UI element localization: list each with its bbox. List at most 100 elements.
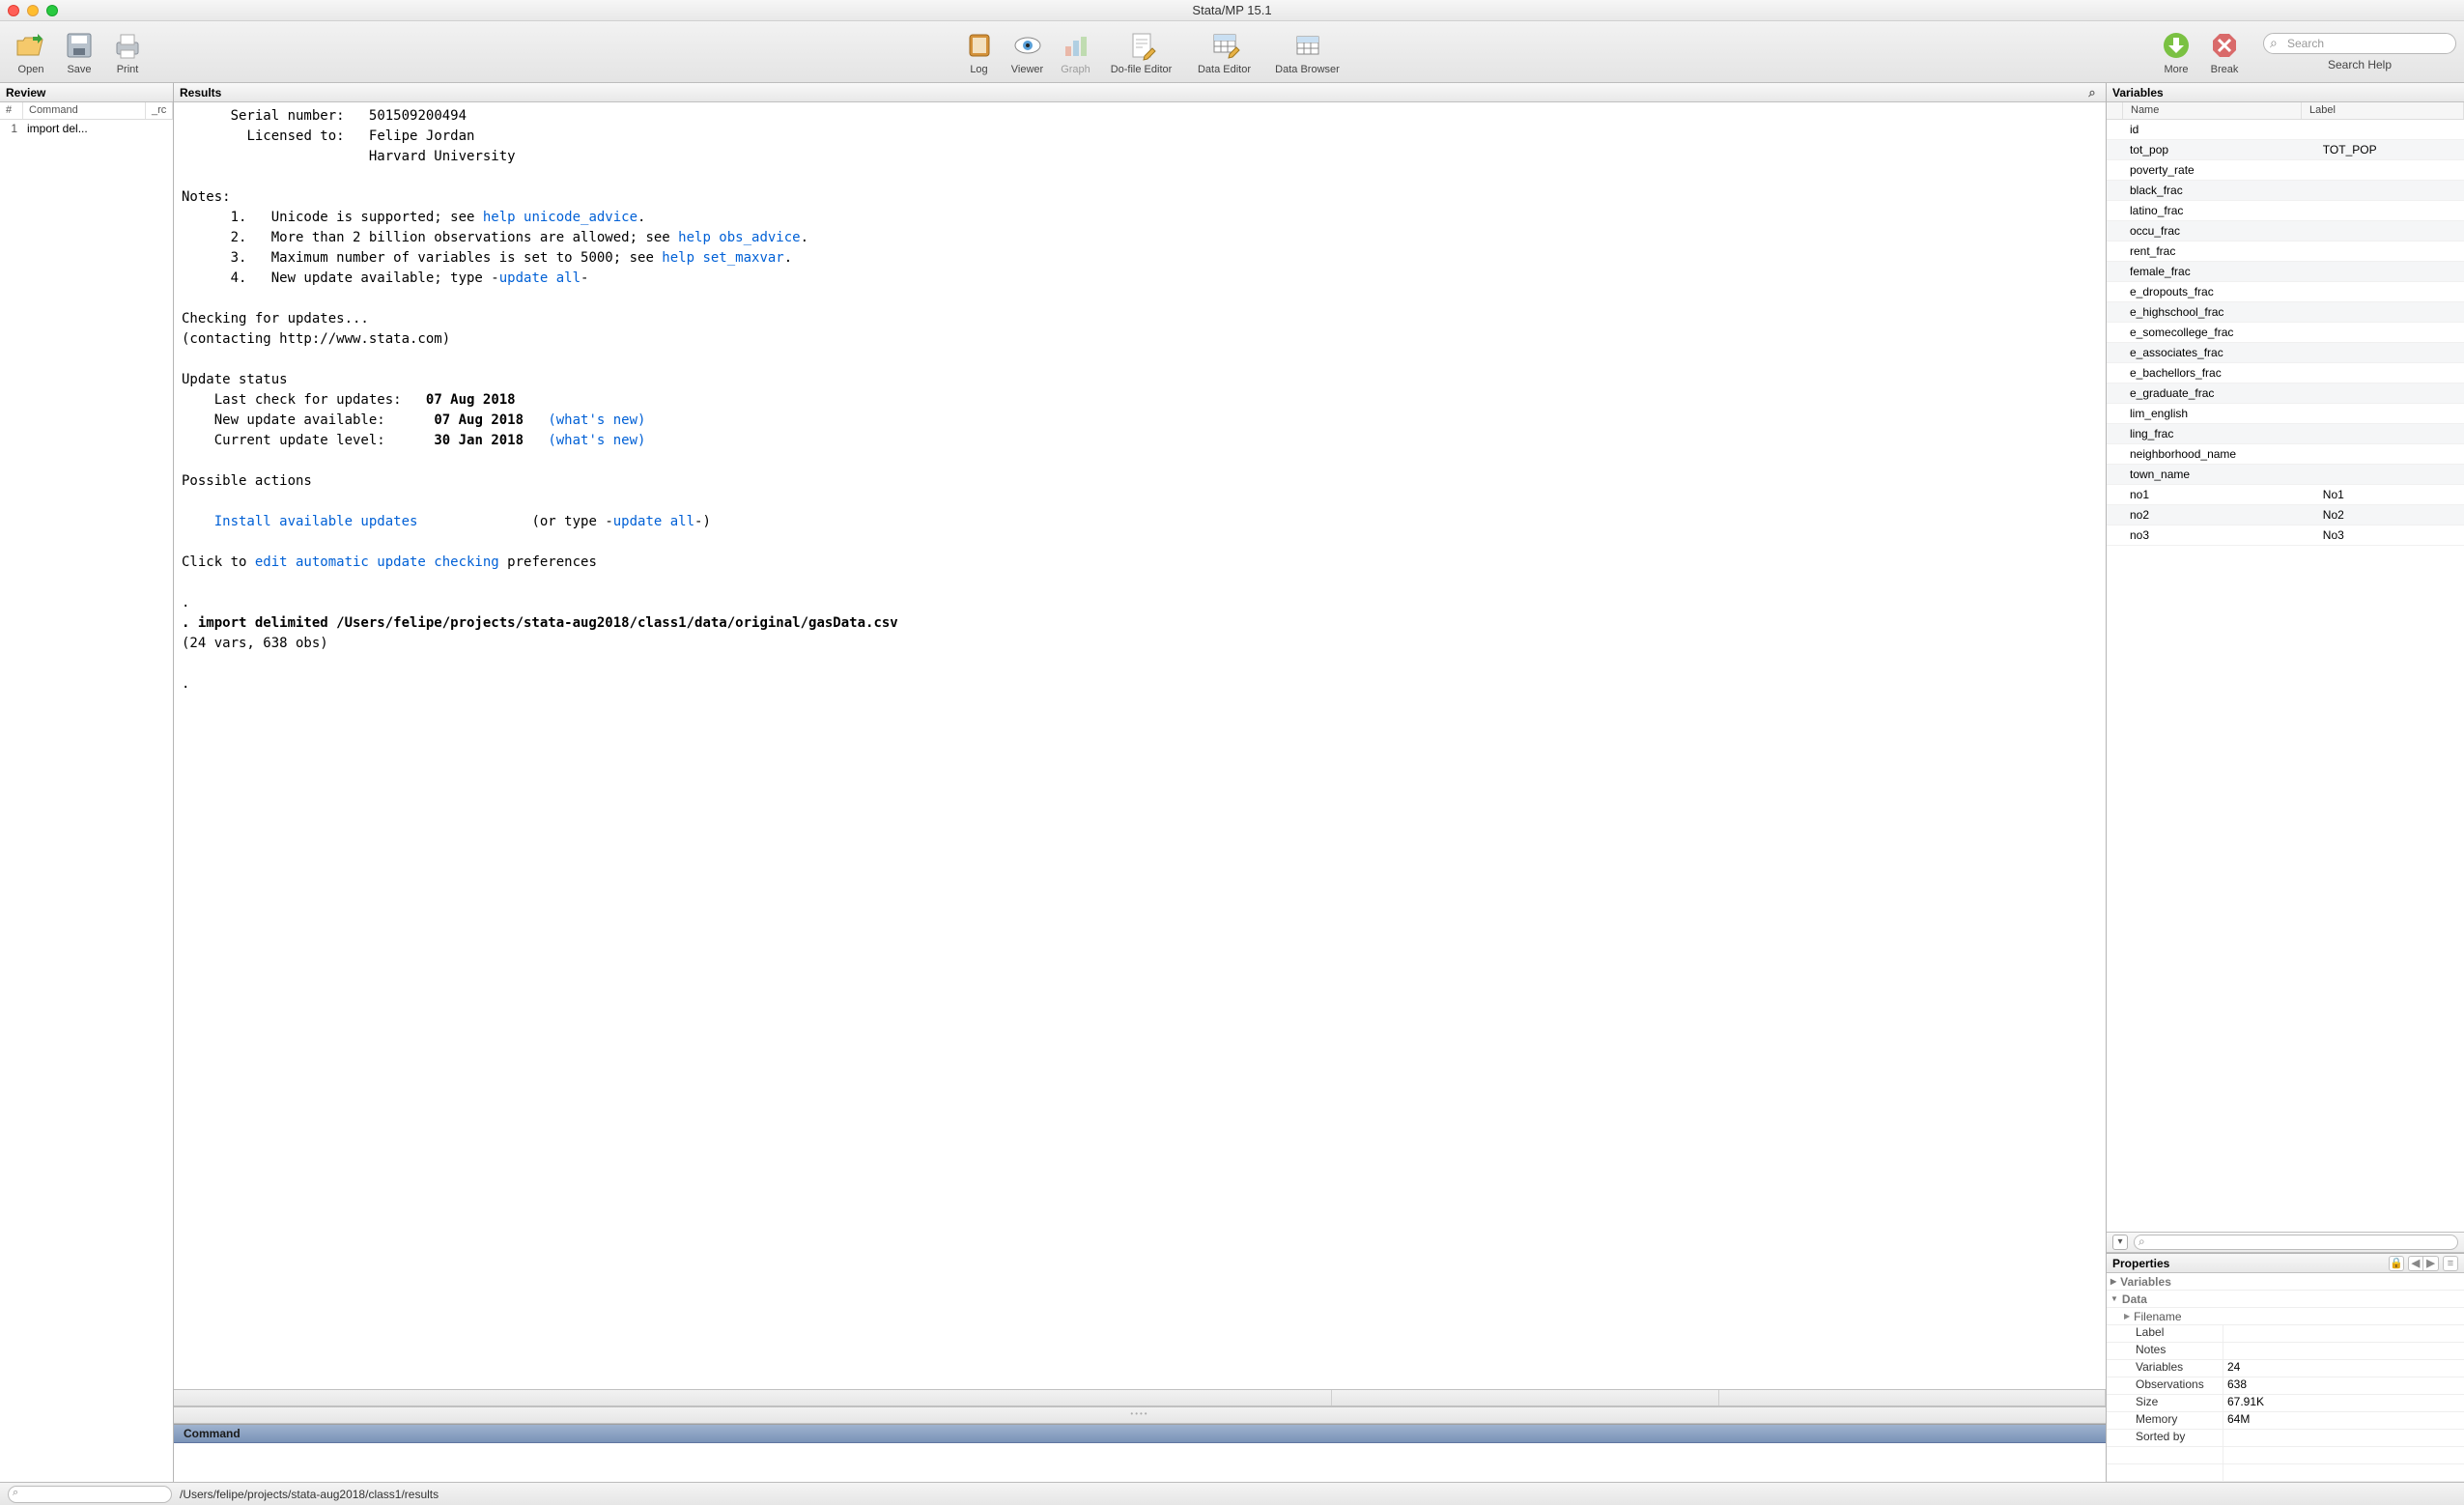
variable-row[interactable]: female_frac bbox=[2107, 262, 2464, 282]
review-col-num: # bbox=[0, 102, 23, 119]
eye-icon bbox=[1011, 29, 1044, 62]
review-row[interactable]: 1 import del... bbox=[0, 120, 173, 137]
obs-advice-link[interactable]: help obs_advice bbox=[678, 230, 800, 245]
results-search-icon[interactable]: ⌕ bbox=[2084, 85, 2100, 100]
more-button[interactable]: More bbox=[2153, 29, 2199, 75]
variable-row[interactable]: occu_frac bbox=[2107, 221, 2464, 241]
right-panel: Variables Name Label id tot_popTOT_POPpov… bbox=[2107, 83, 2464, 1482]
open-folder-icon bbox=[14, 29, 47, 62]
vars-col-label[interactable]: Label bbox=[2302, 102, 2464, 119]
edit-auto-update-link[interactable]: edit automatic update checking bbox=[255, 554, 499, 570]
minimize-window-button[interactable] bbox=[27, 5, 39, 16]
whats-new-link-2[interactable]: (what's new) bbox=[548, 433, 645, 448]
variable-row[interactable]: e_somecollege_frac bbox=[2107, 323, 2464, 343]
viewer-button[interactable]: Viewer bbox=[1005, 29, 1051, 75]
whats-new-link-1[interactable]: (what's new) bbox=[548, 412, 645, 428]
variable-row[interactable]: latino_frac bbox=[2107, 201, 2464, 221]
more-down-arrow-icon bbox=[2160, 29, 2193, 62]
unicode-advice-link[interactable]: help unicode_advice bbox=[483, 210, 637, 225]
install-updates-link[interactable]: Install available updates bbox=[214, 514, 418, 529]
variable-row[interactable]: rent_frac bbox=[2107, 241, 2464, 262]
close-window-button[interactable] bbox=[8, 5, 19, 16]
variable-label: TOT_POP bbox=[2315, 143, 2464, 156]
variable-name: latino_frac bbox=[2122, 204, 2315, 217]
results-header: Results ⌕ bbox=[174, 83, 2106, 102]
update-all-note-link[interactable]: update all bbox=[499, 270, 581, 286]
printer-icon bbox=[111, 29, 144, 62]
save-button[interactable]: Save bbox=[56, 29, 102, 75]
variable-row[interactable]: e_highschool_frac bbox=[2107, 302, 2464, 323]
properties-title: Properties bbox=[2112, 1257, 2169, 1270]
menu-button[interactable]: ≡ bbox=[2443, 1256, 2458, 1271]
vars-col-name[interactable]: Name bbox=[2123, 102, 2302, 119]
variable-row[interactable]: e_graduate_frac bbox=[2107, 383, 2464, 404]
variable-row[interactable]: ling_frac bbox=[2107, 424, 2464, 444]
dataed-label: Data Editor bbox=[1198, 64, 1251, 75]
variable-row[interactable]: tot_popTOT_POP bbox=[2107, 140, 2464, 160]
print-label: Print bbox=[117, 64, 139, 75]
open-button[interactable]: Open bbox=[8, 29, 54, 75]
splitter-bar[interactable]: •••• bbox=[174, 1406, 2106, 1424]
log-button[interactable]: Log bbox=[956, 29, 1003, 75]
variable-row[interactable]: poverty_rate bbox=[2107, 160, 2464, 181]
next-button[interactable]: ▶ bbox=[2423, 1256, 2439, 1271]
results-output[interactable]: Serial number: 501509200494 Licensed to:… bbox=[174, 102, 2106, 1389]
prev-button[interactable]: ◀ bbox=[2408, 1256, 2423, 1271]
dofile-editor-button[interactable]: Do-file Editor bbox=[1101, 29, 1182, 75]
data-grid-icon bbox=[1291, 29, 1324, 62]
vars-col-toggle bbox=[2107, 102, 2123, 119]
review-col-command[interactable]: Command bbox=[23, 102, 146, 119]
variable-row[interactable]: no2No2 bbox=[2107, 505, 2464, 525]
variable-row[interactable]: e_dropouts_frac bbox=[2107, 282, 2464, 302]
variable-row[interactable]: lim_english bbox=[2107, 404, 2464, 424]
import-command-echo: . import delimited /Users/felipe/project… bbox=[182, 615, 898, 631]
variable-row[interactable]: no3No3 bbox=[2107, 525, 2464, 546]
variables-menu-button[interactable]: ▾ bbox=[2112, 1235, 2128, 1250]
document-pencil-icon bbox=[1125, 29, 1158, 62]
variable-row[interactable]: id bbox=[2107, 120, 2464, 140]
properties-panel: Properties 🔒 ◀ ▶ ≡ Variables Data bbox=[2107, 1253, 2464, 1482]
variables-title: Variables bbox=[2112, 86, 2164, 99]
break-button[interactable]: Break bbox=[2201, 29, 2248, 75]
variable-row[interactable]: neighborhood_name bbox=[2107, 444, 2464, 465]
app-window: Stata/MP 15.1 Open Save Print bbox=[0, 0, 2464, 1505]
variable-row[interactable]: e_associates_frac bbox=[2107, 343, 2464, 363]
statusbar: /Users/felipe/projects/stata-aug2018/cla… bbox=[0, 1482, 2464, 1505]
variable-row[interactable]: town_name bbox=[2107, 465, 2464, 485]
variables-columns: Name Label bbox=[2107, 102, 2464, 120]
print-button[interactable]: Print bbox=[104, 29, 151, 75]
props-section-data[interactable]: Data bbox=[2107, 1291, 2464, 1308]
variables-body[interactable]: id tot_popTOT_POPpoverty_rateblack_fracla… bbox=[2107, 120, 2464, 1232]
set-maxvar-link[interactable]: help set_maxvar bbox=[662, 250, 783, 266]
results-title: Results bbox=[180, 86, 221, 99]
status-search-input[interactable] bbox=[8, 1486, 172, 1503]
graph-label: Graph bbox=[1061, 64, 1090, 75]
data-editor-button[interactable]: Data Editor bbox=[1184, 29, 1265, 75]
variable-row[interactable]: black_frac bbox=[2107, 181, 2464, 201]
command-input[interactable] bbox=[174, 1443, 2106, 1482]
variable-name: e_graduate_frac bbox=[2122, 386, 2315, 400]
variable-row[interactable]: e_bachellors_frac bbox=[2107, 363, 2464, 383]
review-col-rc[interactable]: _rc bbox=[146, 102, 173, 119]
variables-filter-bar: ▾ bbox=[2107, 1232, 2464, 1253]
graph-button[interactable]: Graph bbox=[1053, 29, 1099, 75]
data-browser-button[interactable]: Data Browser bbox=[1267, 29, 1348, 75]
review-row-number: 1 bbox=[0, 122, 23, 135]
props-section-variables[interactable]: Variables bbox=[2107, 1273, 2464, 1291]
zoom-window-button[interactable] bbox=[46, 5, 58, 16]
props-variables-row: Variables 24 bbox=[2107, 1360, 2464, 1377]
variable-row[interactable]: no1No1 bbox=[2107, 485, 2464, 505]
help-search-input[interactable]: Search bbox=[2263, 33, 2456, 54]
variable-name: e_bachellors_frac bbox=[2122, 366, 2315, 380]
review-panel: Review # Command _rc 1 import del... bbox=[0, 83, 174, 1482]
working-directory: /Users/felipe/projects/stata-aug2018/cla… bbox=[180, 1488, 439, 1501]
open-label: Open bbox=[18, 64, 44, 75]
variable-name: e_dropouts_frac bbox=[2122, 285, 2315, 298]
variable-label: No2 bbox=[2315, 508, 2464, 522]
props-filename[interactable]: Filename bbox=[2107, 1308, 2464, 1325]
variable-name: id bbox=[2122, 123, 2315, 136]
variables-search-input[interactable] bbox=[2134, 1235, 2458, 1250]
update-all-link[interactable]: update all bbox=[613, 514, 694, 529]
viewer-label: Viewer bbox=[1011, 64, 1043, 75]
lock-icon[interactable]: 🔒 bbox=[2389, 1256, 2404, 1271]
